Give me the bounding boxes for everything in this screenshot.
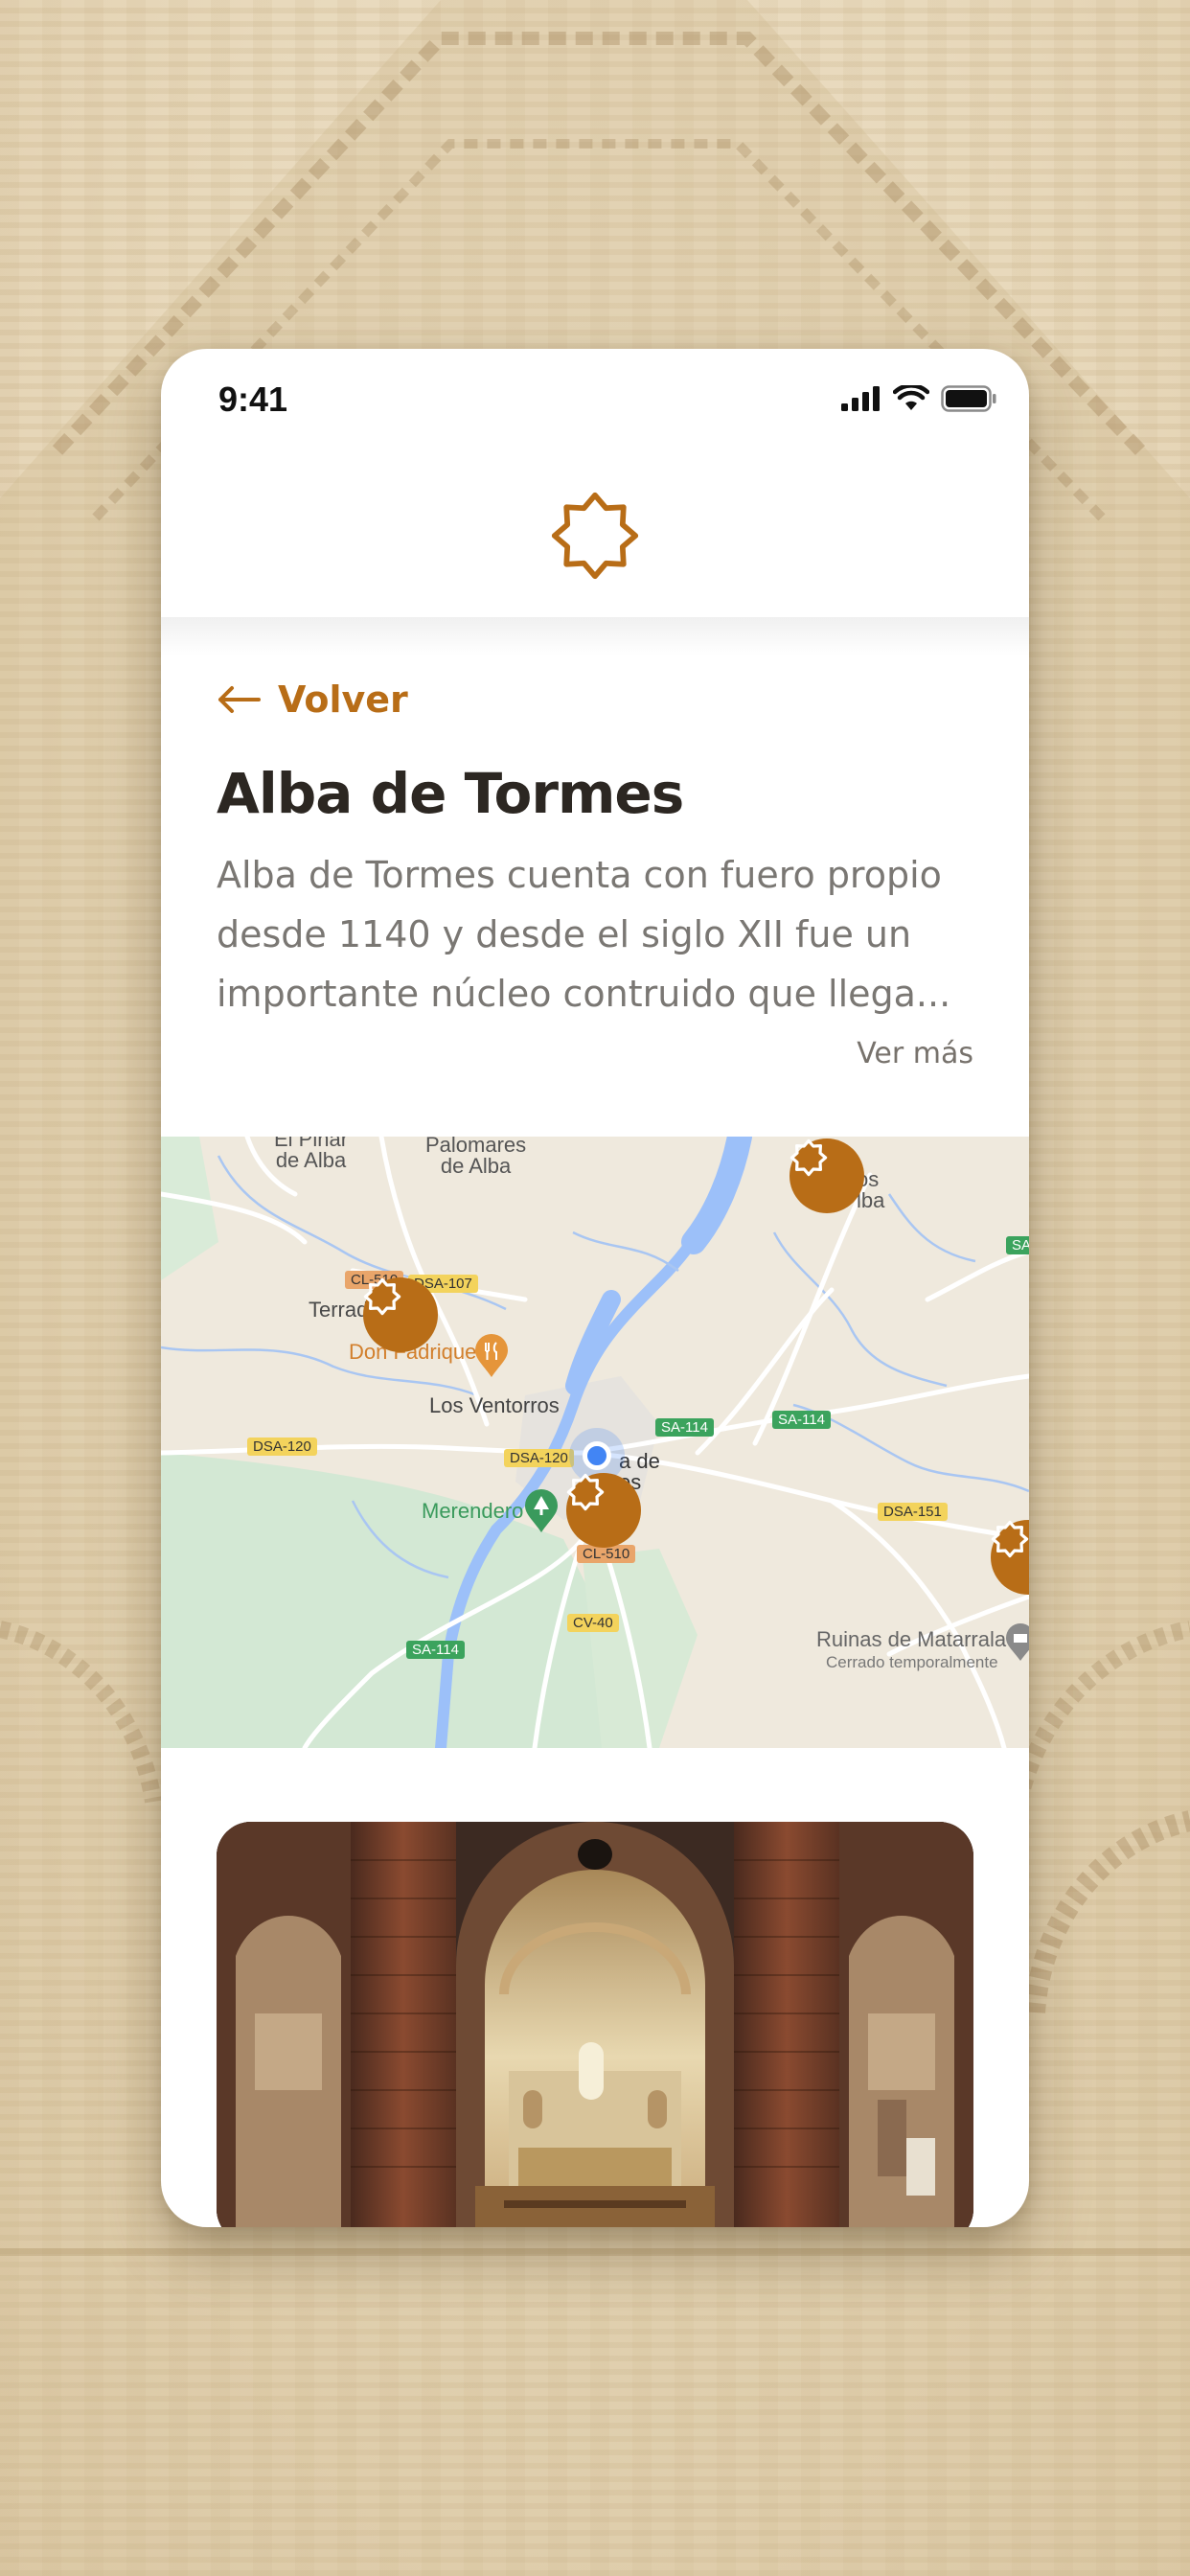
page-title: Alba de Tormes: [217, 761, 684, 826]
road-sa114-right: SA-114: [772, 1411, 831, 1429]
eight-point-star-icon: [790, 1138, 828, 1177]
monument-pin-icon[interactable]: [1004, 1623, 1029, 1662]
road-dsa151: DSA-151: [878, 1503, 948, 1521]
map-label-ruinas-status: Cerrado temporalmente: [826, 1653, 998, 1671]
map-label-los-ventorros: Los Ventorros: [429, 1393, 560, 1417]
back-label: Volver: [278, 678, 408, 721]
road-dsa120-center: DSA-120: [504, 1449, 574, 1467]
park-pin-icon[interactable]: [523, 1489, 560, 1533]
wifi-icon: [893, 385, 929, 410]
map-marker-terradillos[interactable]: [363, 1277, 438, 1352]
road-sa114-center: SA-114: [655, 1418, 714, 1437]
header-divider: [161, 617, 1029, 656]
map-marker-northeast[interactable]: [790, 1138, 864, 1213]
phone-screen: 9:41 Volver Alba de Tormes Alba de Torme…: [161, 349, 1029, 2227]
road-cv40: CV-40: [567, 1614, 619, 1632]
church-interior-image: [217, 1822, 973, 2227]
place-photo[interactable]: [217, 1822, 973, 2227]
map-view[interactable]: El Pinar de Alba Palomares de Alba os lb…: [161, 1137, 1029, 1748]
map-label-terradillos: Terrad: [309, 1298, 369, 1322]
place-description: Alba de Tormes cuenta con fuero propio d…: [217, 854, 951, 1015]
eight-point-star-icon: [991, 1520, 1029, 1558]
eight-point-star-icon: [566, 1473, 605, 1511]
restaurant-pin-icon[interactable]: [473, 1334, 510, 1378]
road-sa114-bottom: SA-114: [406, 1641, 465, 1659]
status-bar: 9:41: [161, 349, 1029, 454]
road-dsa120-left: DSA-120: [247, 1438, 317, 1456]
my-location-dot: [583, 1441, 611, 1470]
back-button[interactable]: Volver: [217, 678, 408, 721]
arrow-left-icon: [218, 686, 261, 713]
map-marker-alba[interactable]: [566, 1473, 641, 1548]
status-icons: [841, 385, 996, 412]
eight-point-star-icon[interactable]: [549, 490, 641, 582]
app-header: [161, 454, 1029, 617]
map-label-ruinas: Ruinas de Matarrala: [816, 1627, 1007, 1651]
battery-icon: [941, 385, 996, 412]
status-time: 9:41: [218, 380, 288, 419]
map-label-el-pinar: El Pinar de Alba: [274, 1137, 349, 1172]
see-more-link[interactable]: Ver más: [857, 1037, 973, 1070]
eight-point-star-icon: [363, 1277, 401, 1316]
map-label-palomares: Palomares de Alba: [425, 1137, 527, 1178]
map-label-merendero: Merendero: [422, 1499, 524, 1523]
road-sa-edge: SA: [1006, 1236, 1029, 1254]
cellular-signal-icon: [841, 386, 880, 411]
